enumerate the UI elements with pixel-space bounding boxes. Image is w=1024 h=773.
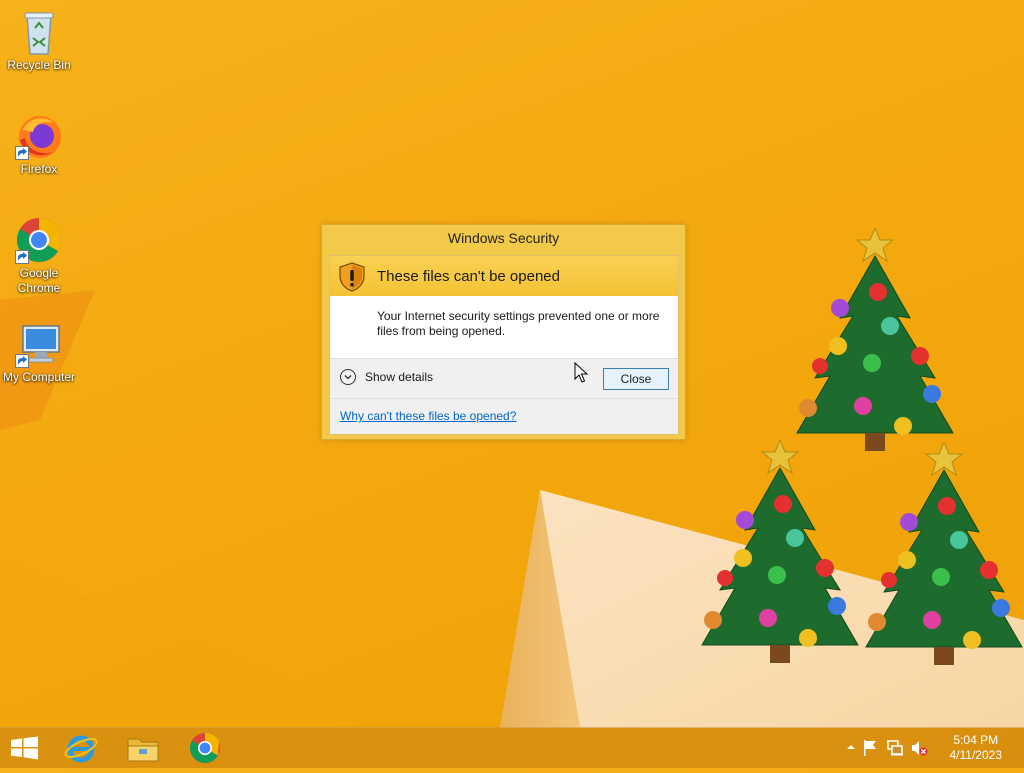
clock-time: 5:04 PM bbox=[953, 733, 999, 747]
file-explorer-icon bbox=[127, 738, 159, 762]
desktop-icon-my-computer[interactable]: My Computer bbox=[2, 320, 76, 385]
christmas-tree-decoration bbox=[796, 228, 954, 451]
action-center-flag-icon[interactable] bbox=[862, 739, 878, 757]
network-icon[interactable] bbox=[886, 739, 904, 757]
internet-explorer-icon bbox=[64, 735, 98, 763]
desktop-icon-google-chrome[interactable]: Google Chrome bbox=[2, 216, 76, 296]
show-details-button[interactable]: Show details bbox=[340, 369, 433, 385]
windows-security-dialog: Windows Security These files can't be op… bbox=[321, 224, 686, 440]
dialog-footer: Show details Close bbox=[330, 358, 678, 399]
close-button[interactable]: Close bbox=[603, 368, 669, 390]
chrome-icon bbox=[15, 216, 63, 264]
start-button[interactable] bbox=[0, 728, 56, 768]
show-hidden-icons-button[interactable] bbox=[844, 740, 858, 754]
dialog-title: Windows Security bbox=[447, 230, 560, 246]
dialog-content: These files can't be opened Your Interne… bbox=[329, 255, 679, 435]
desktop-icon-label: Google Chrome bbox=[17, 266, 61, 295]
desktop-icon-label: Recycle Bin bbox=[7, 58, 71, 72]
shortcut-arrow-icon bbox=[15, 146, 29, 160]
dialog-link-bar: Why can't these files be opened? bbox=[330, 398, 678, 434]
shield-warning-icon bbox=[339, 262, 365, 292]
taskbar-chrome[interactable] bbox=[177, 728, 233, 768]
show-details-label: Show details bbox=[365, 370, 434, 384]
desktop-icon-label: My Computer bbox=[2, 370, 76, 384]
shortcut-arrow-icon bbox=[15, 354, 29, 368]
taskbar-file-explorer[interactable] bbox=[115, 728, 171, 768]
desktop-icon-recycle-bin[interactable]: Recycle Bin bbox=[2, 8, 76, 73]
christmas-tree-decoration bbox=[701, 440, 859, 663]
clock-date: 4/11/2023 bbox=[949, 748, 1003, 762]
volume-muted-icon[interactable] bbox=[910, 739, 928, 757]
christmas-tree-decoration bbox=[865, 442, 1023, 665]
computer-icon bbox=[15, 320, 63, 368]
shortcut-arrow-icon bbox=[15, 250, 29, 264]
mouse-cursor-icon bbox=[574, 362, 588, 383]
recycle-bin-icon bbox=[15, 8, 63, 56]
firefox-icon bbox=[15, 112, 63, 160]
desktop-icon-label: Firefox bbox=[20, 162, 58, 176]
desktop-icon-firefox[interactable]: Firefox bbox=[2, 112, 76, 177]
start-icon bbox=[11, 736, 38, 760]
dialog-heading: These files can't be opened bbox=[377, 268, 560, 285]
dialog-message: Your Internet security settings prevente… bbox=[377, 309, 660, 338]
taskbar: 5:04 PM 4/11/2023 bbox=[0, 727, 1024, 768]
chevron-down-icon bbox=[340, 369, 356, 385]
taskbar-clock[interactable]: 5:04 PM 4/11/2023 bbox=[950, 733, 1003, 763]
taskbar-internet-explorer[interactable] bbox=[52, 728, 108, 768]
chrome-icon bbox=[189, 732, 220, 764]
dialog-header: These files can't be opened bbox=[330, 256, 678, 296]
help-link[interactable]: Why can't these files be opened? bbox=[340, 409, 516, 423]
system-tray: 5:04 PM 4/11/2023 bbox=[844, 728, 1024, 768]
